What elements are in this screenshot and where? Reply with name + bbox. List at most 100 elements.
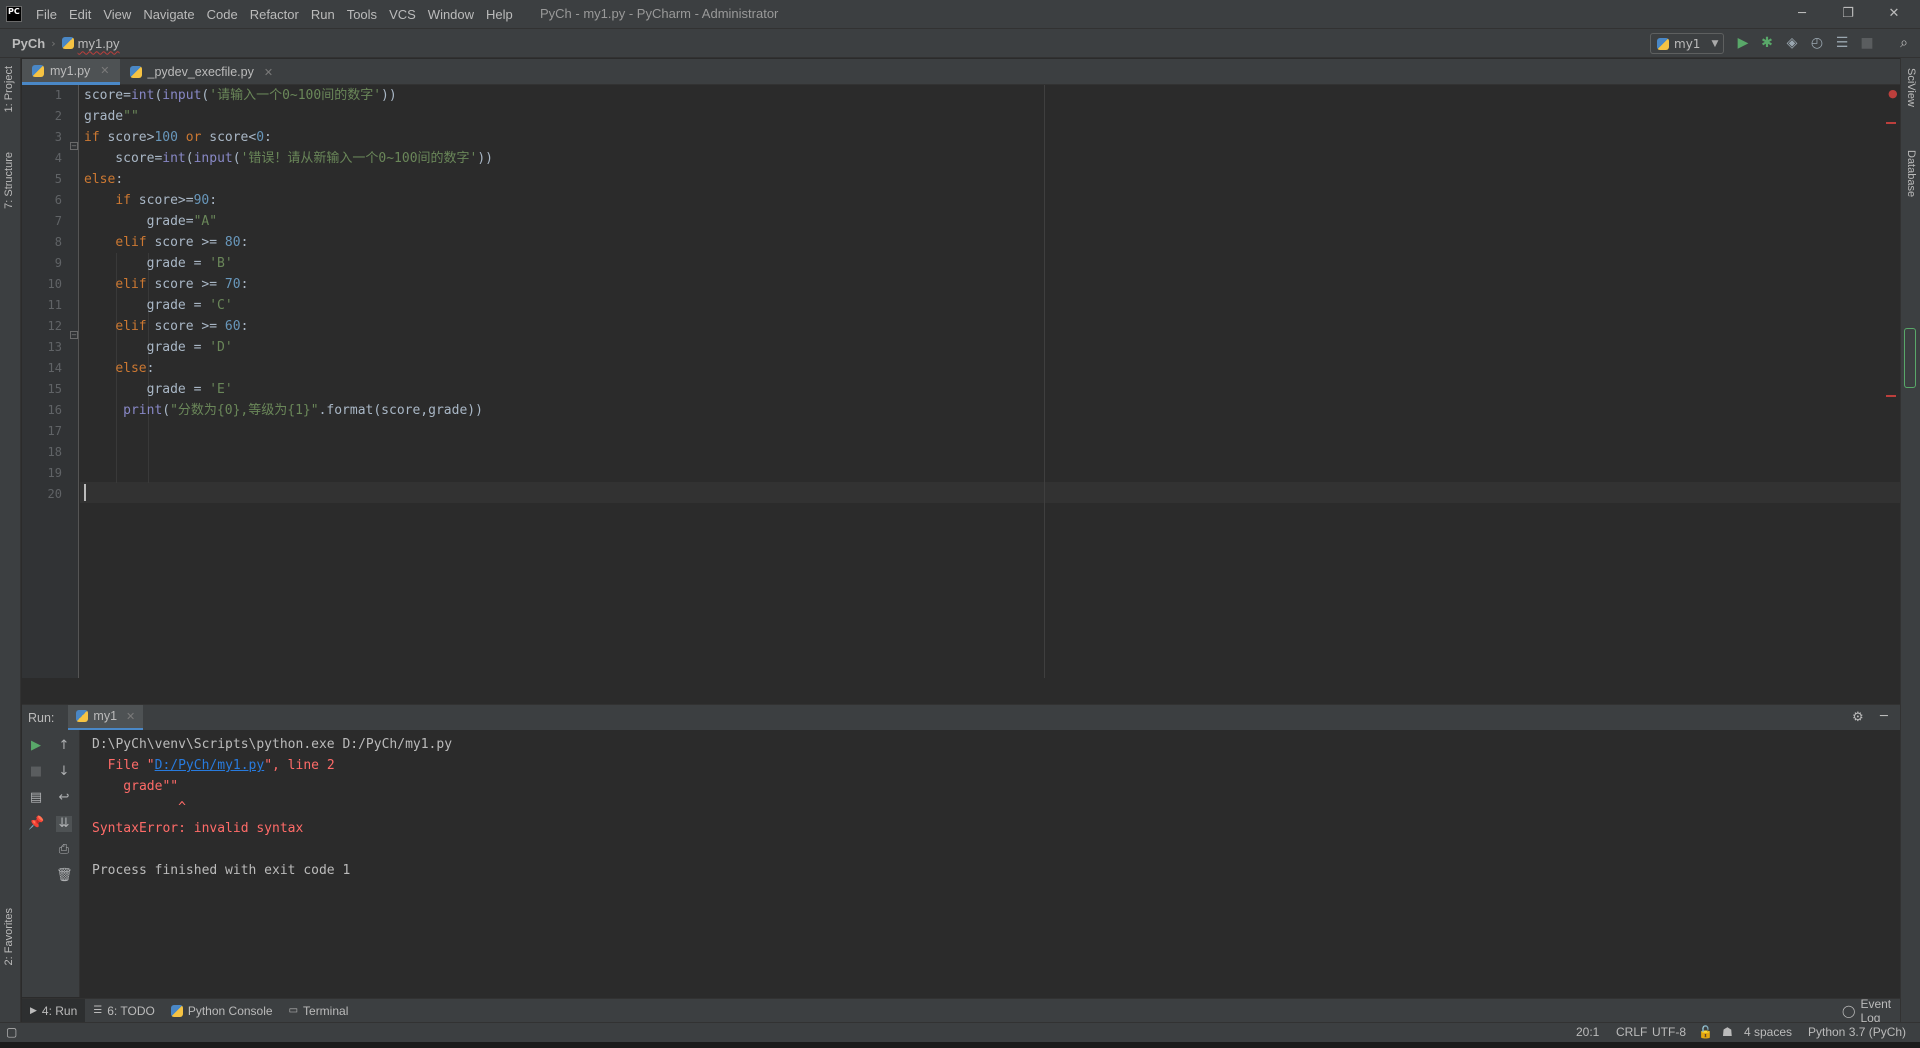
lock-icon[interactable]: 🔓 (1698, 1025, 1713, 1039)
code-token: score= (84, 151, 163, 166)
profile-icon[interactable]: ◴ (1809, 35, 1825, 51)
menu-refactor[interactable]: Refactor (250, 7, 299, 22)
run-icon[interactable]: ▶ (1735, 35, 1751, 51)
menu-tools[interactable]: Tools (347, 7, 377, 22)
error-stripe-mark[interactable] (1886, 395, 1896, 397)
tool-tab-sciview[interactable]: SciView (1905, 68, 1917, 107)
soft-wrap-icon[interactable]: ↩ (56, 790, 72, 806)
debug-icon[interactable]: ✱ (1759, 35, 1775, 51)
close-tab-icon[interactable]: ✕ (264, 66, 273, 79)
menu-view[interactable]: View (103, 7, 131, 22)
code-token: score< (201, 130, 257, 145)
editor-tab-my1[interactable]: my1.py ✕ (22, 59, 120, 85)
tool-tab-database[interactable]: Database (1905, 150, 1917, 197)
breadcrumb-project[interactable]: PyCh (12, 36, 45, 51)
list-icon: ☰ (93, 1005, 103, 1016)
code-token: input (162, 88, 202, 103)
tool-tab-python-console[interactable]: Python Console (163, 999, 281, 1023)
code-line: elif score >= 60: (84, 316, 248, 337)
stop-icon[interactable]: ■ (28, 764, 44, 780)
run-panel-header: Run: my1 ✕ ⚙ ─ (22, 704, 1900, 731)
python-file-icon (1657, 37, 1669, 50)
search-icon[interactable]: ⌕ (1896, 35, 1912, 51)
tool-tab-todo[interactable]: ☰ 6: TODO (85, 999, 163, 1023)
tool-tab-run[interactable]: ▶ 4: Run (22, 998, 86, 1023)
close-tab-icon[interactable]: ✕ (126, 710, 135, 723)
line-number: 20 (47, 487, 62, 501)
hide-panel-icon[interactable]: ─ (1880, 709, 1888, 724)
minimize-icon[interactable]: ─ (1792, 4, 1812, 24)
run-tab-label: my1 (93, 709, 118, 723)
code-token: score= (84, 88, 131, 103)
tool-tab-terminal[interactable]: ▭ Terminal (281, 999, 357, 1023)
scroll-to-end-icon[interactable]: ⇊ (56, 816, 72, 832)
arrow-down-icon[interactable]: ↓ (56, 764, 72, 780)
tool-tab-favorites[interactable]: 2: Favorites (3, 908, 15, 965)
tool-tab-project[interactable]: 1: Project (3, 66, 15, 112)
run-tab-my1[interactable]: my1 ✕ (68, 704, 144, 731)
close-tab-icon[interactable]: ✕ (100, 64, 109, 77)
menu-edit[interactable]: Edit (69, 7, 91, 22)
code-token: )) (477, 151, 494, 166)
fold-icon[interactable]: − (70, 142, 78, 150)
line-number: 3 (54, 130, 62, 144)
menu-help[interactable]: Help (486, 7, 513, 22)
menu-vcs[interactable]: VCS (389, 7, 416, 22)
menu-run[interactable]: Run (311, 7, 335, 22)
code-token: 60 (224, 319, 241, 334)
gear-icon[interactable]: ⚙ (1852, 710, 1864, 725)
pin-icon[interactable]: 📌 (28, 816, 44, 832)
rerun-icon[interactable]: ▶ (28, 738, 44, 754)
line-number: 19 (47, 466, 62, 480)
line-separator[interactable]: CRLF (1616, 1025, 1647, 1039)
code-token: 'D' (209, 340, 233, 355)
code-token: "分数为{0},等级为{1}" (170, 403, 319, 418)
stop-icon[interactable]: ■ (1859, 35, 1875, 51)
code-token: or (185, 130, 202, 145)
restore-icon[interactable]: ❐ (1838, 4, 1858, 24)
editor-tab-label: my1.py (50, 63, 91, 78)
editor-tab-pydev-execfile[interactable]: _pydev_execfile.py ✕ (120, 59, 284, 85)
file-link[interactable]: D:/PyCh/my1.py (155, 758, 265, 773)
run-toolbar: ▶ ■ ▤ 📌 ↑ ↓ ↩ ⇊ ⎙ 🗑 (22, 730, 80, 997)
error-indicator-icon[interactable]: ● (1888, 87, 1898, 100)
menu-navigate[interactable]: Navigate (143, 7, 194, 22)
code-token: score >= (146, 319, 225, 334)
error-stripe-mark[interactable] (1886, 122, 1896, 124)
run-console-output[interactable]: D:\PyCh\venv\Scripts\python.exe D:/PyCh/… (80, 730, 1900, 997)
caret-position[interactable]: 20:1 (1576, 1025, 1599, 1039)
code-token: ( (232, 151, 241, 166)
title-bar: PC File Edit View Navigate Code Refactor… (0, 0, 1920, 28)
inspector-icon[interactable]: ☗ (1722, 1025, 1733, 1039)
right-margin-guide (1044, 85, 1045, 678)
file-encoding[interactable]: UTF-8 (1652, 1025, 1686, 1039)
concurrency-icon[interactable]: ☰ (1834, 35, 1850, 51)
breadcrumb-file[interactable]: my1.py (78, 36, 120, 51)
code-line: grade = 'D' (84, 337, 233, 358)
print-icon[interactable]: ⎙ (56, 842, 72, 858)
coverage-icon[interactable]: ◈ (1784, 35, 1800, 51)
code-token: grade = (84, 340, 210, 355)
python-interpreter[interactable]: Python 3.7 (PyCh) (1808, 1025, 1906, 1039)
event-log-button[interactable]: ◯ Event Log (1842, 997, 1900, 1025)
arrow-up-icon[interactable]: ↑ (56, 738, 72, 754)
run-config-selector[interactable]: my1 ▼ (1650, 33, 1724, 54)
console-line: D:\PyCh\venv\Scripts\python.exe D:/PyCh/… (92, 737, 453, 752)
close-window-icon[interactable]: ✕ (1884, 4, 1904, 24)
line-number: 5 (54, 172, 62, 186)
layout-icon[interactable]: ▤ (28, 790, 44, 806)
toggle-tool-windows-icon[interactable]: ▢ (6, 1025, 17, 1039)
menu-code[interactable]: Code (207, 7, 238, 22)
code-line: score=int(input('请输入一个0~100间的数字')) (84, 85, 397, 106)
menu-window[interactable]: Window (428, 7, 474, 22)
python-file-icon (32, 64, 44, 77)
menu-file[interactable]: File (36, 7, 57, 22)
code-editor[interactable]: 1 2 3 4 5 6 7 8 9 10 11 12 13 14 15 16 17 18 19 20 − − scor… (22, 85, 1900, 678)
indent-setting[interactable]: 4 spaces (1744, 1025, 1792, 1039)
current-line-highlight (80, 482, 1900, 503)
fold-icon[interactable]: − (70, 331, 78, 339)
trash-icon[interactable]: 🗑 (56, 868, 73, 884)
tool-tab-structure[interactable]: 7: Structure (3, 152, 15, 209)
